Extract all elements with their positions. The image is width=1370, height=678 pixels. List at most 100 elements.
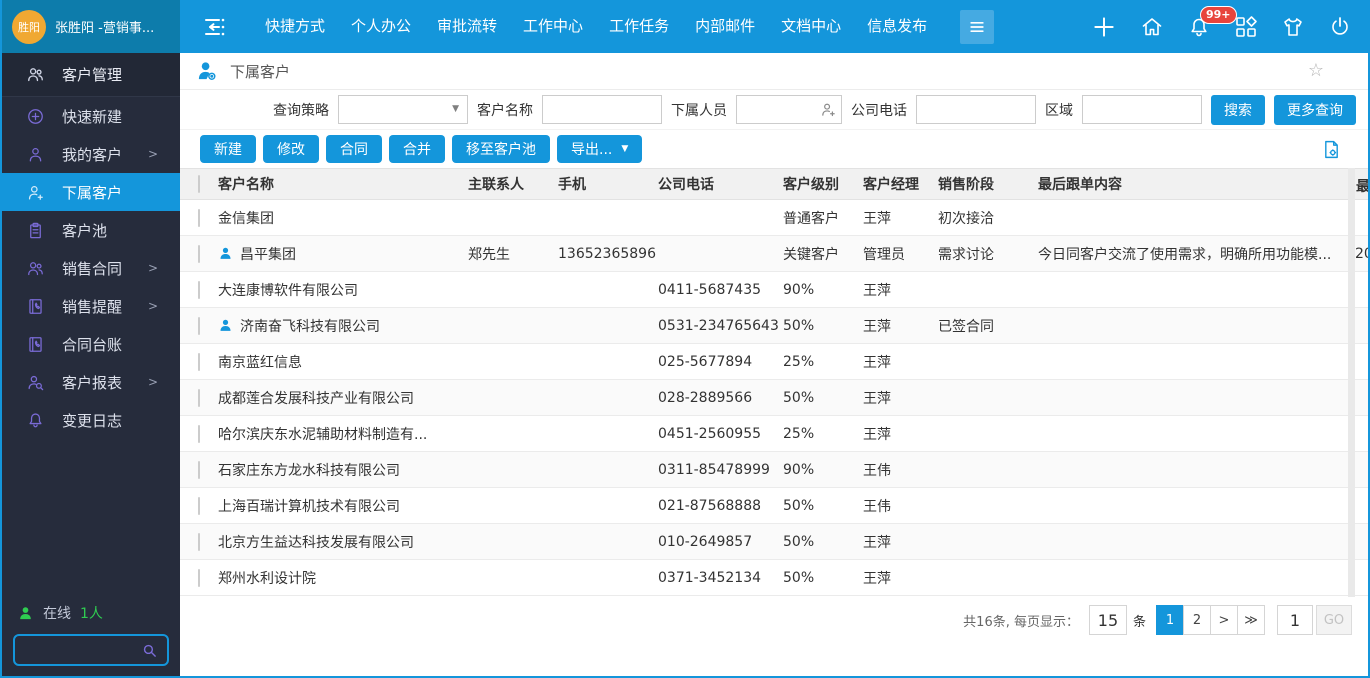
sidebar-item-我的客户[interactable]: 我的客户> (2, 135, 180, 173)
column-header: 销售阶段 (938, 174, 1038, 194)
sidebar-item-客户池[interactable]: 客户池 (2, 211, 180, 249)
export-button[interactable]: 导出... ▼ (557, 135, 642, 163)
menu-toggle-button[interactable] (960, 10, 994, 44)
sidebar-item-快速新建[interactable]: 快速新建 (2, 97, 180, 135)
table-row[interactable]: 济南奋飞科技有限公司0531-23476564350%王萍已签合同 (180, 308, 1368, 344)
next-page-button[interactable]: > (1210, 605, 1238, 635)
customer-name-cell: 郑州水利设计院 (218, 568, 468, 588)
home-icon[interactable] (1140, 15, 1164, 39)
table-row[interactable]: 金信集团普通客户王萍初次接洽 (180, 200, 1368, 236)
table-row[interactable]: 石家庄东方龙水科技有限公司0311-8547899990%王伟 (180, 452, 1368, 488)
row-checkbox[interactable] (198, 245, 200, 263)
region-input[interactable] (1082, 95, 1202, 124)
table-row[interactable]: 昌平集团郑先生13652365896关键客户管理员需求讨论今日同客户交流了使用需… (180, 236, 1368, 272)
checkbox-cell (180, 210, 218, 226)
bell-icon[interactable]: 99+ (1187, 15, 1211, 39)
toolbar-button-修改[interactable]: 修改 (263, 135, 319, 163)
table-scrollbar[interactable] (1348, 168, 1355, 597)
table-row[interactable]: 南京蓝红信息025-567789425%王萍 (180, 344, 1368, 380)
table-row[interactable]: 成都莲合发展科技产业有限公司028-288956650%王萍 (180, 380, 1368, 416)
filter-bar: 查询策略 ▼ 客户名称 下属人员 公司电话 区域 搜索 (180, 90, 1368, 130)
sidebar-item-合同台账[interactable]: 合同台账 (2, 325, 180, 363)
sidebar-module-header[interactable]: 客户管理 (2, 53, 180, 97)
cell-sales-stage: 初次接洽 (938, 208, 1038, 228)
nav-item[interactable]: 工作中心 (510, 0, 596, 53)
customer-name: 上海百瑞计算机技术有限公司 (218, 496, 400, 516)
sidebar-item-销售提醒[interactable]: 销售提醒 > (2, 287, 180, 325)
toolbar-button-新建[interactable]: 新建 (200, 135, 256, 163)
more-query-button[interactable]: 更多查询 (1274, 95, 1356, 125)
company-phone-input[interactable] (916, 95, 1036, 124)
search-icon[interactable] (141, 642, 158, 659)
online-count: 1人 (80, 603, 103, 623)
customer-name-cell: 金信集团 (218, 208, 468, 228)
sidebar-search-input[interactable] (24, 643, 141, 658)
nav-item[interactable]: 审批流转 (424, 0, 510, 53)
cell-customer-manager: 王萍 (863, 424, 938, 444)
customer-name: 济南奋飞科技有限公司 (240, 316, 380, 336)
collapse-menu-icon[interactable] (202, 15, 228, 39)
export-settings-icon[interactable] (1321, 139, 1342, 160)
table-row[interactable]: 北京方生益达科技发展有限公司010-264985750%王萍 (180, 524, 1368, 560)
plus-icon[interactable] (1091, 14, 1117, 40)
strategy-select[interactable]: ▼ (338, 95, 468, 124)
toolbar-button-合同[interactable]: 合同 (326, 135, 382, 163)
cell-customer-manager: 王萍 (863, 352, 938, 372)
row-checkbox[interactable] (198, 569, 200, 587)
page-button-1[interactable]: 1 (1156, 605, 1184, 635)
user-icon (26, 145, 45, 164)
last-page-button[interactable]: ≫ (1237, 605, 1265, 635)
row-checkbox[interactable] (198, 281, 200, 299)
nav-item[interactable]: 快捷方式 (252, 0, 338, 53)
search-button[interactable]: 搜索 (1211, 95, 1265, 125)
sidebar-item-label: 销售提醒 (62, 296, 122, 317)
sidebar-item-销售合同[interactable]: 销售合同> (2, 249, 180, 287)
toolbar-button-移至客户池[interactable]: 移至客户池 (452, 135, 550, 163)
user-profile[interactable]: 胜阳 张胜阳 -营销事... (2, 0, 180, 53)
go-button[interactable]: GO (1316, 605, 1352, 635)
row-checkbox[interactable] (198, 353, 200, 371)
row-checkbox[interactable] (198, 425, 200, 443)
strategy-label: 查询策略 (273, 100, 329, 120)
goto-page-input[interactable] (1277, 605, 1313, 635)
table-row[interactable]: 郑州水利设计院0371-345213450%王萍 (180, 560, 1368, 596)
favorite-star-icon[interactable]: ☆ (1308, 62, 1324, 80)
subordinate-customer-icon (196, 60, 219, 83)
column-header: 手机 (558, 174, 658, 194)
region-label: 区域 (1045, 100, 1073, 120)
apps-icon[interactable] (1234, 15, 1258, 39)
nav-item[interactable]: 个人办公 (338, 0, 424, 53)
sidebar-item-变更日志[interactable]: 变更日志 (2, 401, 180, 439)
customer-name: 南京蓝红信息 (218, 352, 302, 372)
user-add-icon[interactable] (820, 101, 837, 118)
table-row[interactable]: 大连康博软件有限公司0411-568743590%王萍 (180, 272, 1368, 308)
nav-item[interactable]: 工作任务 (596, 0, 682, 53)
sidebar-item-客户报表[interactable]: 客户报表> (2, 363, 180, 401)
row-checkbox[interactable] (198, 497, 200, 515)
nav-item[interactable]: 信息发布 (854, 0, 940, 53)
cell-customer-manager: 王伟 (863, 460, 938, 480)
page-button-2[interactable]: 2 (1183, 605, 1211, 635)
page-size-input[interactable] (1089, 605, 1127, 635)
nav-item[interactable]: 文档中心 (768, 0, 854, 53)
row-checkbox[interactable] (198, 209, 200, 227)
row-checkbox[interactable] (198, 389, 200, 407)
row-checkbox[interactable] (198, 533, 200, 551)
table-row[interactable]: 哈尔滨庆东水泥辅助材料制造有...0451-256095525%王萍 (180, 416, 1368, 452)
nav-item[interactable]: 内部邮件 (682, 0, 768, 53)
cell-company-phone: 0531-234765643 (658, 318, 783, 334)
power-icon[interactable] (1328, 15, 1352, 39)
toolbar-button-合并[interactable]: 合并 (389, 135, 445, 163)
checkbox-cell (180, 318, 218, 334)
cell-customer-manager: 王伟 (863, 496, 938, 516)
sidebar-item-下属客户[interactable]: 下属客户 (2, 173, 180, 211)
select-all-checkbox[interactable] (198, 175, 200, 193)
top-nav: 快捷方式个人办公审批流转工作中心工作任务内部邮件文档中心信息发布 99+ (180, 0, 1368, 53)
customer-name-input[interactable] (542, 95, 662, 124)
table-row[interactable]: 上海百瑞计算机技术有限公司021-8756888850%王伟 (180, 488, 1368, 524)
chevron-right-icon: > (148, 299, 158, 313)
chevron-right-icon: > (148, 375, 158, 389)
shirt-icon[interactable] (1281, 15, 1305, 39)
row-checkbox[interactable] (198, 317, 200, 335)
row-checkbox[interactable] (198, 461, 200, 479)
